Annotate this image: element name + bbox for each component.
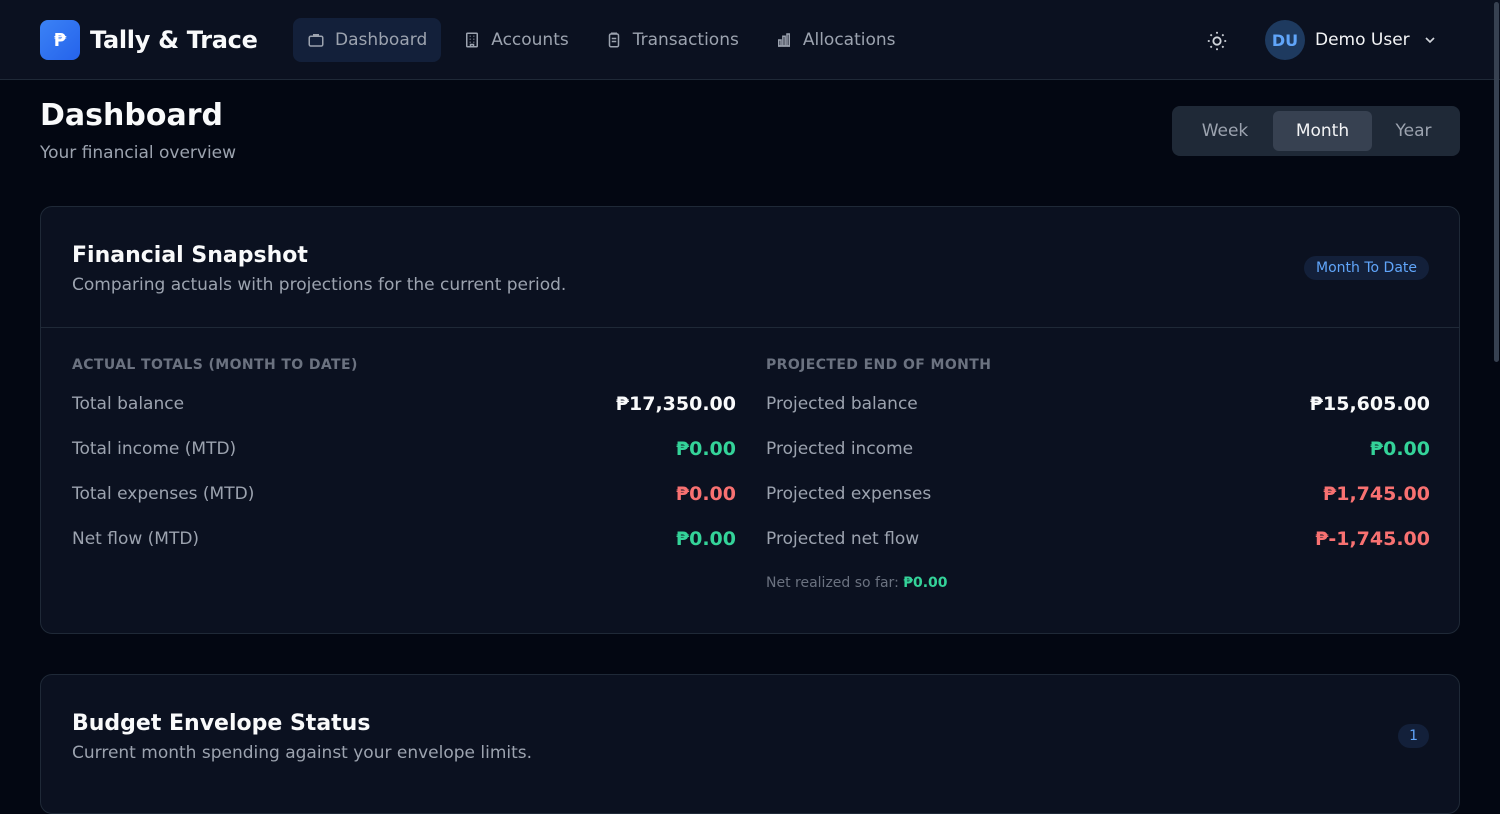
status-badge: Month To Date	[1304, 256, 1429, 280]
row-label: Projected net flow	[766, 528, 920, 549]
chevron-down-icon	[1425, 37, 1435, 44]
list-item: Projected expenses ₱1,745.00	[766, 471, 1430, 516]
section-heading: PROJECTED END OF MONTH	[766, 357, 992, 373]
list-item: Total income (MTD) ₱0.00	[72, 426, 736, 471]
row-value: ₱0.00	[1369, 437, 1430, 460]
row-value: ₱1,745.00	[1323, 482, 1430, 505]
list-item: Total balance ₱17,350.00	[72, 381, 736, 426]
theme-toggle-button[interactable]	[1204, 28, 1230, 54]
card-title: Budget Envelope Status	[72, 711, 371, 736]
briefcase-icon	[308, 34, 324, 47]
row-label: Projected balance	[766, 393, 918, 414]
main-nav: Dashboard Accounts Transactions Allocati…	[293, 18, 918, 62]
nav-item-dashboard[interactable]: Dashboard	[293, 18, 442, 62]
user-menu[interactable]: DU Demo User	[1265, 20, 1438, 60]
row-label: Total income (MTD)	[72, 438, 237, 459]
avatar: DU	[1265, 20, 1305, 60]
actual-totals-section: ACTUAL TOTALS (MONTH TO DATE) Total bala…	[72, 357, 736, 561]
row-value: ₱15,605.00	[1309, 392, 1430, 415]
nav-item-label: Allocations	[802, 30, 896, 50]
period-toggle: Week Month Year	[1172, 106, 1460, 156]
page-subtitle: Your financial overview	[40, 143, 237, 163]
divider	[41, 327, 1459, 328]
row-label: Projected income	[766, 438, 914, 459]
scrollbar[interactable]	[1494, 2, 1499, 362]
top-navbar: ₱ Tally & Trace Dashboard Accounts Trans…	[0, 0, 1500, 80]
row-label: Net flow (MTD)	[72, 528, 200, 549]
list-item: Projected income ₱0.00	[766, 426, 1430, 471]
bar-chart-icon	[777, 33, 790, 47]
clipboard-icon	[608, 32, 619, 48]
projected-section: PROJECTED END OF MONTH Projected balance…	[766, 357, 1430, 591]
nav-item-label: Dashboard	[335, 30, 428, 50]
period-month-button[interactable]: Month	[1273, 111, 1372, 151]
financial-snapshot-card: Financial Snapshot Comparing actuals wit…	[40, 206, 1460, 634]
list-item: Projected balance ₱15,605.00	[766, 381, 1430, 426]
brand-name: Tally & Trace	[90, 26, 258, 54]
period-week-button[interactable]: Week	[1177, 111, 1273, 151]
net-realized-note: Net realized so far: ₱0.00	[766, 575, 1430, 591]
card-subtitle: Comparing actuals with projections for t…	[72, 275, 567, 295]
card-subtitle: Current month spending against your enve…	[72, 743, 533, 763]
row-value: ₱0.00	[675, 482, 736, 505]
brand[interactable]: ₱ Tally & Trace	[40, 20, 258, 60]
brand-logo: ₱	[40, 20, 80, 60]
count-badge: 1	[1398, 724, 1429, 748]
card-title: Financial Snapshot	[72, 243, 308, 268]
list-item: Total expenses (MTD) ₱0.00	[72, 471, 736, 516]
nav-item-label: Transactions	[632, 30, 739, 50]
nav-item-accounts[interactable]: Accounts	[449, 18, 583, 62]
row-label: Total balance	[72, 393, 185, 414]
row-value: ₱0.00	[675, 437, 736, 460]
row-label: Projected expenses	[766, 483, 932, 504]
note-value: ₱0.00	[903, 575, 948, 591]
budget-envelope-card: Budget Envelope Status Current month spe…	[40, 674, 1460, 814]
row-value: ₱17,350.00	[615, 392, 736, 415]
nav-item-allocations[interactable]: Allocations	[761, 18, 910, 62]
nav-item-transactions[interactable]: Transactions	[591, 18, 753, 62]
nav-item-label: Accounts	[491, 30, 569, 50]
row-value: ₱-1,745.00	[1315, 527, 1430, 550]
row-value: ₱0.00	[675, 527, 736, 550]
list-item: Projected net flow ₱-1,745.00	[766, 516, 1430, 561]
note-label: Net realized so far:	[766, 575, 899, 591]
section-heading: ACTUAL TOTALS (MONTH TO DATE)	[72, 357, 358, 373]
sun-icon	[1207, 31, 1227, 51]
user-name: Demo User	[1315, 30, 1410, 50]
list-item: Net flow (MTD) ₱0.00	[72, 516, 736, 561]
period-year-button[interactable]: Year	[1372, 111, 1455, 151]
page-title: Dashboard	[40, 98, 223, 133]
row-label: Total expenses (MTD)	[72, 483, 255, 504]
building-icon	[466, 32, 479, 48]
